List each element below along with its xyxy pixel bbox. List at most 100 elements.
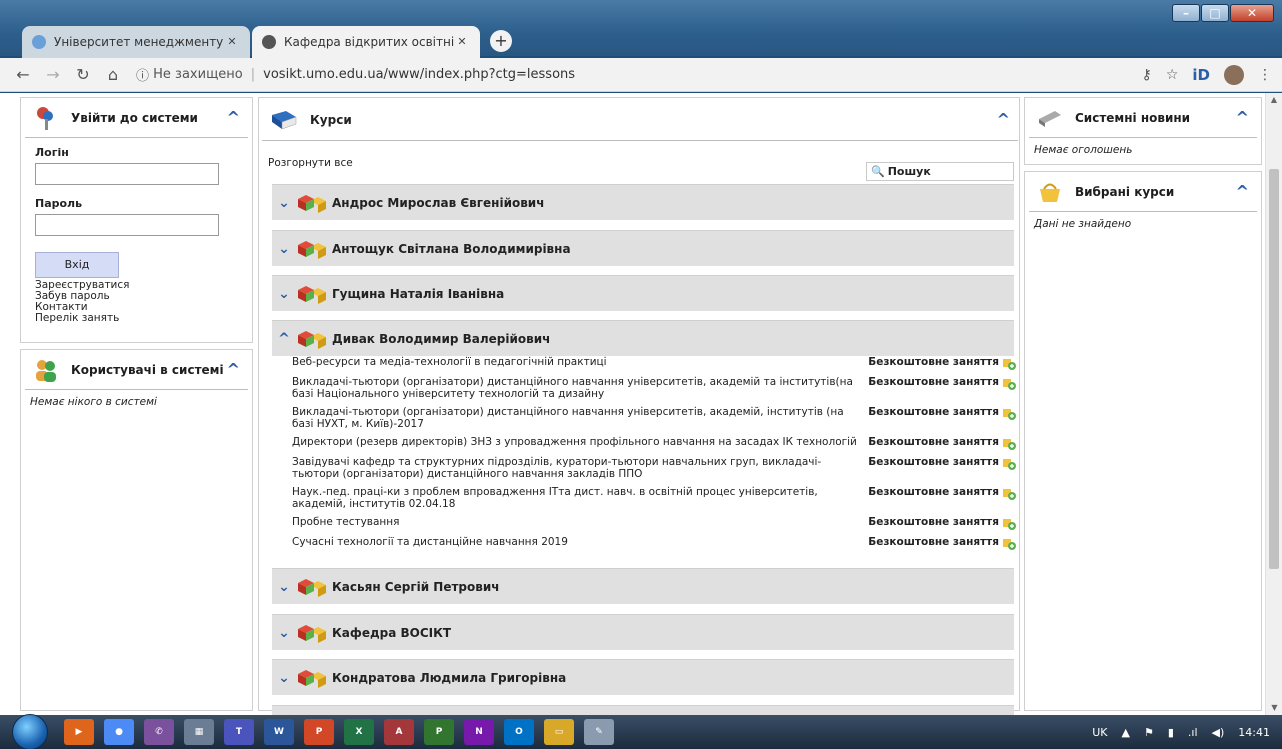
info-icon[interactable]: ⓘ	[136, 65, 153, 84]
lessons-list-link[interactable]: Перелік занять	[35, 313, 238, 324]
tab-university[interactable]: Університет менеджменту освіт ✕	[22, 26, 250, 58]
start-button[interactable]	[12, 714, 48, 749]
outlook-icon[interactable]: O	[504, 719, 534, 745]
access-icon[interactable]: A	[384, 719, 414, 745]
paint-icon[interactable]: ✎	[584, 719, 614, 745]
power-icon[interactable]: ▮	[1168, 726, 1174, 739]
teacher-row[interactable]: ⌄ Антощук Світлана Володимирівна	[272, 230, 1014, 266]
login-input[interactable]	[35, 163, 219, 185]
scroll-up-icon[interactable]: ▲	[1266, 93, 1282, 107]
teacher-row[interactable]: ⌄ Гущина Наталія Іванівна	[272, 275, 1014, 311]
flag-icon[interactable]: ⚑	[1144, 726, 1154, 739]
security-label[interactable]: Не захищено	[153, 67, 243, 82]
free-lesson-label[interactable]: Безкоштовне заняття	[868, 376, 999, 400]
collapse-chevron-icon[interactable]: ^	[227, 108, 240, 127]
window-close-button[interactable]: ✕	[1230, 4, 1274, 22]
expand-chevron-icon[interactable]: ⌄	[276, 579, 292, 595]
onenote-icon[interactable]: N	[464, 719, 494, 745]
expand-chevron-icon[interactable]: ⌄	[276, 625, 292, 641]
teacher-row[interactable]: ⌄ Кафедра ВОСІКТ	[272, 614, 1014, 650]
teacher-row-expanded[interactable]: ^ Дивак Володимир Валерійович	[272, 320, 1014, 356]
add-lesson-icon[interactable]	[1002, 406, 1016, 420]
tab-close-icon[interactable]: ✕	[224, 34, 240, 50]
teacher-row[interactable]: ⌄ Андрос Мирослав Євгенійович	[272, 184, 1014, 220]
word-icon[interactable]: W	[264, 719, 294, 745]
free-lesson-label[interactable]: Безкоштовне заняття	[868, 356, 999, 370]
file-explorer-icon[interactable]: ▭	[544, 719, 574, 745]
collapse-chevron-icon[interactable]: ^	[227, 360, 240, 379]
expand-all-link[interactable]: Розгорнути все	[268, 157, 353, 169]
expand-chevron-icon[interactable]: ⌄	[276, 195, 292, 211]
profile-avatar[interactable]	[1224, 64, 1244, 85]
forward-icon[interactable]: →	[40, 62, 66, 88]
key-icon[interactable]: ⚷	[1142, 67, 1152, 83]
maximize-button[interactable]: □	[1201, 4, 1229, 22]
clock[interactable]: 14:41	[1238, 726, 1270, 739]
language-indicator[interactable]: UK	[1092, 726, 1107, 739]
teams-icon[interactable]: T	[224, 719, 254, 745]
tray-expand-icon[interactable]: ▲	[1122, 726, 1130, 739]
home-icon[interactable]: ⌂	[100, 62, 126, 88]
add-lesson-icon[interactable]	[1002, 436, 1016, 450]
add-lesson-icon[interactable]	[1002, 456, 1016, 470]
new-tab-button[interactable]: +	[490, 30, 512, 52]
excel-icon[interactable]: X	[344, 719, 374, 745]
collapse-chevron-icon[interactable]: ^	[276, 331, 292, 347]
login-button[interactable]: Вхід	[35, 252, 119, 278]
add-lesson-icon[interactable]	[1002, 536, 1016, 550]
add-lesson-icon[interactable]	[1002, 356, 1016, 370]
project-icon[interactable]: P	[424, 719, 454, 745]
lesson-name[interactable]: Викладачі-тьютори (організатори) дистанц…	[292, 406, 868, 430]
add-lesson-icon[interactable]	[1002, 516, 1016, 530]
bookmark-star-icon[interactable]: ☆	[1166, 67, 1179, 83]
chrome-icon[interactable]: ●	[104, 719, 134, 745]
lesson-name[interactable]: Викладачі-тьютори (організатори) дистанц…	[292, 376, 868, 400]
free-lesson-label[interactable]: Безкоштовне заняття	[868, 536, 999, 550]
scroll-down-icon[interactable]: ▼	[1266, 701, 1282, 715]
teacher-row-partial[interactable]	[272, 705, 1014, 715]
network-icon[interactable]: .ıl	[1188, 726, 1198, 739]
lesson-name[interactable]: Веб-ресурси та медіа-технології в педаго…	[292, 356, 868, 370]
tab-department[interactable]: Кафедра відкритих освітніх сист ✕	[252, 26, 480, 58]
page-scrollbar[interactable]: ▲ ▼	[1265, 93, 1282, 715]
menu-dots-icon[interactable]: ⋮	[1258, 67, 1272, 83]
back-icon[interactable]: ←	[10, 62, 36, 88]
tab-close-icon[interactable]: ✕	[454, 34, 470, 50]
url-text[interactable]: vosikt.umo.edu.ua/www/index.php?ctg=less…	[263, 67, 575, 82]
free-lesson-label[interactable]: Безкоштовне заняття	[868, 486, 999, 510]
calculator-icon[interactable]: ▦	[184, 719, 214, 745]
password-input[interactable]	[35, 214, 219, 236]
omnibox[interactable]: ⓘ Не захищено | vosikt.umo.edu.ua/www/in…	[130, 62, 1128, 88]
free-lesson-label[interactable]: Безкоштовне заняття	[868, 436, 999, 450]
free-lesson-label[interactable]: Безкоштовне заняття	[868, 516, 999, 530]
course-search-input[interactable]: 🔍 Пошук	[866, 162, 1014, 181]
reload-icon[interactable]: ↻	[70, 62, 96, 88]
free-lesson-label[interactable]: Безкоштовне заняття	[868, 406, 999, 430]
collapse-chevron-icon[interactable]: ^	[1236, 182, 1249, 201]
expand-chevron-icon[interactable]: ⌄	[276, 670, 292, 686]
free-lesson-label[interactable]: Безкоштовне заняття	[868, 456, 999, 480]
basket-icon	[1040, 183, 1060, 202]
collapse-chevron-icon[interactable]: ^	[1236, 108, 1249, 127]
volume-icon[interactable]: ◀)	[1212, 726, 1225, 739]
powerpoint-icon[interactable]: P	[304, 719, 334, 745]
expand-chevron-icon[interactable]: ⌄	[276, 286, 292, 302]
lesson-name[interactable]: Директори (резерв директорів) ЗНЗ з упро…	[292, 436, 868, 450]
media-player-icon[interactable]: ▶	[64, 719, 94, 745]
collapse-chevron-icon[interactable]: ^	[997, 110, 1010, 129]
teacher-row[interactable]: ⌄ Кондратова Людмила Григорівна	[272, 659, 1014, 695]
extension-id-icon[interactable]: iD	[1192, 66, 1210, 84]
scroll-thumb[interactable]	[1269, 169, 1279, 569]
lesson-name[interactable]: Сучасні технології та дистанційне навчан…	[292, 536, 868, 550]
lesson-name[interactable]: Пробне тестування	[292, 516, 868, 530]
book-icon	[272, 110, 297, 129]
add-lesson-icon[interactable]	[1002, 486, 1016, 500]
lesson-name[interactable]: Завідувачі кафедр та структурних підрозд…	[292, 456, 868, 480]
lesson-name[interactable]: Наук.-пед. праці-ки з проблем впроваджен…	[292, 486, 868, 510]
minimize-button[interactable]: –	[1172, 4, 1200, 22]
favorites-panel: Вибрані курси ^ Дані не знайдено	[1024, 171, 1262, 711]
viber-icon[interactable]: ✆	[144, 719, 174, 745]
teacher-row[interactable]: ⌄ Касьян Сергій Петрович	[272, 568, 1014, 604]
add-lesson-icon[interactable]	[1002, 376, 1016, 390]
expand-chevron-icon[interactable]: ⌄	[276, 241, 292, 257]
